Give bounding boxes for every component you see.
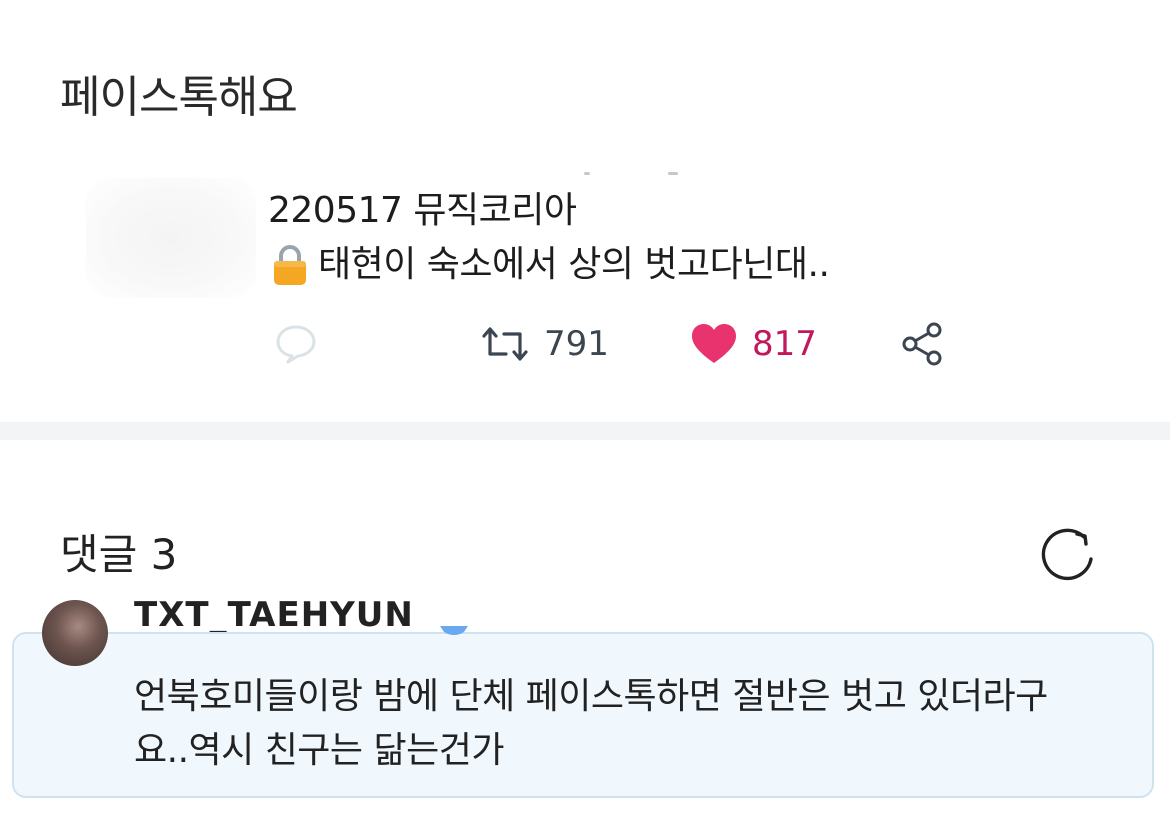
section-divider [0, 422, 1170, 440]
share-action [900, 318, 946, 370]
tweet-embed-image: 220517 뮤직코리아 태현이 숙소에서 상의 벗고다닌대.. 791 817 [0, 170, 1170, 420]
like-action: 817 [690, 318, 817, 370]
comment-username[interactable]: TXT_TAEHYUN [134, 600, 414, 632]
share-icon [902, 322, 942, 366]
retweet-action: 791 [480, 318, 609, 370]
reply-action [274, 318, 318, 370]
lock-icon [274, 245, 306, 285]
tweet-cropped-edge [584, 172, 590, 175]
like-count: 817 [752, 324, 817, 364]
comments-title: 댓글 3 [60, 530, 178, 579]
tweet-cropped-edge [668, 172, 678, 175]
heart-icon [692, 324, 736, 363]
retweet-count: 791 [544, 324, 609, 364]
tweet-actions: 791 817 [0, 318, 1170, 370]
comment-text: 언북호미들이랑 밤에 단체 페이스톡하면 절반은 벗고 있더라구요..역시 친구… [134, 676, 1048, 771]
retweet-icon [482, 327, 528, 361]
avatar[interactable] [42, 600, 108, 666]
reply-icon [276, 325, 316, 364]
tweet-avatar-blurred [86, 178, 256, 298]
tweet-text: 태현이 숙소에서 상의 벗고다닌대.. [318, 244, 830, 285]
post-title: 페이스톡해요 [60, 72, 298, 123]
refresh-icon[interactable] [1038, 526, 1098, 586]
tweet-text-line1: 220517 뮤직코리아 [268, 190, 577, 231]
verified-badge-icon [440, 626, 468, 635]
tweet-text-line2: 태현이 숙소에서 상의 벗고다닌대.. [272, 242, 830, 288]
